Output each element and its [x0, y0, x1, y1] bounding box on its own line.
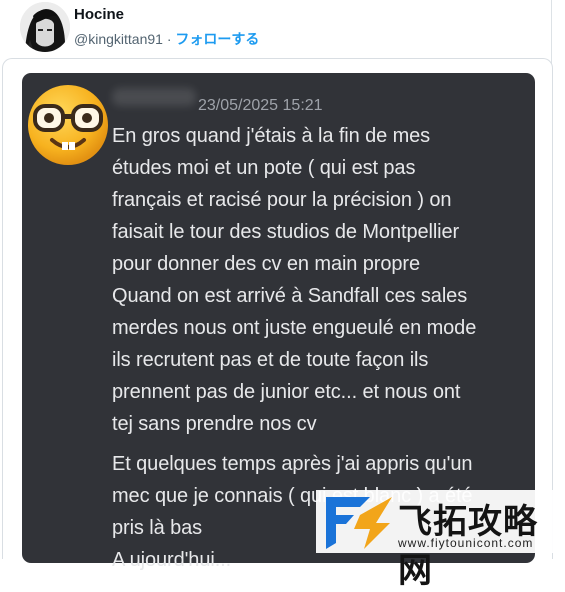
tweet-header: Hocine @kingkittan91 · フォローする	[20, 0, 560, 55]
site-watermark: 飞拓攻略网 www.fiytounicont.com	[316, 490, 565, 590]
author-handle[interactable]: @kingkittan91	[74, 31, 163, 47]
watermark-url: www.fiytounicont.com	[398, 536, 534, 550]
author-name[interactable]: Hocine	[74, 6, 124, 23]
avatar-illustration-icon	[20, 2, 70, 52]
nerd-face-emoji-icon	[25, 82, 111, 168]
message-timestamp: 23/05/2025 15:21	[198, 97, 323, 114]
author-handle-line: @kingkittan91 · フォローする	[74, 29, 259, 49]
blurred-username	[112, 88, 196, 106]
watermark-logo-icon	[326, 497, 392, 549]
follow-button[interactable]: フォローする	[175, 31, 259, 47]
handle-separator: ·	[162, 31, 176, 47]
message-paragraph-1: En gros quand j'étais à la fin de mes ét…	[112, 125, 477, 435]
author-avatar[interactable]	[20, 2, 70, 52]
